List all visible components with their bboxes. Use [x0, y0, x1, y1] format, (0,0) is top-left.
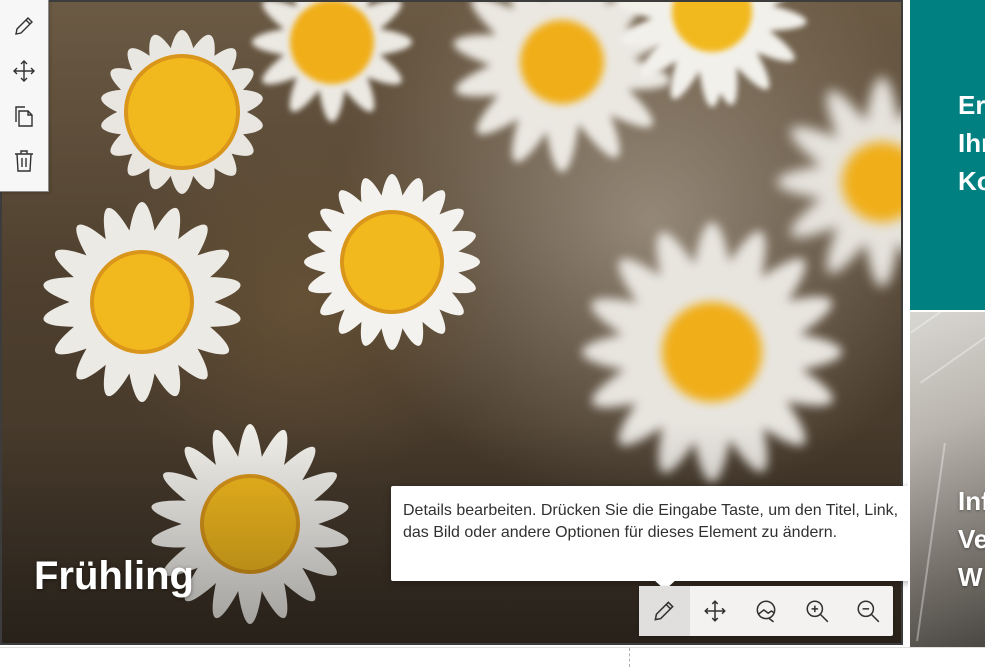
canvas: Frühling Details bearbeiten. Drücken Sie… — [0, 0, 985, 667]
move-icon — [704, 600, 727, 622]
zoom-in-icon — [806, 600, 829, 623]
move-image-button[interactable] — [690, 586, 741, 636]
pencil-icon — [654, 601, 675, 621]
edit-details-tooltip: Details bearbeiten. Drücken Sie die Eing… — [391, 486, 937, 581]
zoom-out-icon — [857, 600, 879, 623]
daisy-photo-flower — [232, 2, 432, 142]
teal-tile-title: Erf Ihr Ko — [958, 90, 985, 196]
hero-title: Frühling — [34, 554, 194, 598]
photo-tile-title: Inf Ve W — [958, 486, 985, 592]
trash-icon — [15, 149, 33, 172]
focal-point-button[interactable] — [741, 586, 792, 636]
focal-point-icon — [756, 600, 776, 623]
delete-button[interactable] — [4, 141, 44, 181]
edit-details-button[interactable] — [639, 586, 690, 636]
column-guide — [629, 648, 630, 667]
zoom-out-button[interactable] — [842, 586, 893, 636]
image-toolbar — [639, 586, 893, 636]
daisy-photo-flower — [762, 62, 901, 302]
photo-content-tile[interactable]: Inf Ve W — [908, 312, 985, 648]
duplicate-icon — [15, 106, 33, 127]
pencil-icon — [15, 17, 33, 36]
move-button[interactable] — [4, 51, 44, 91]
daisy-photo-flower — [22, 182, 262, 422]
section-divider — [0, 647, 985, 648]
duplicate-button[interactable] — [4, 96, 44, 136]
section-edit-toolbar — [0, 0, 49, 192]
move-icon — [13, 60, 35, 83]
edit-button[interactable] — [4, 6, 44, 46]
teal-content-tile[interactable]: Erf Ihr Ko — [908, 0, 985, 310]
zoom-in-button[interactable] — [791, 586, 842, 636]
